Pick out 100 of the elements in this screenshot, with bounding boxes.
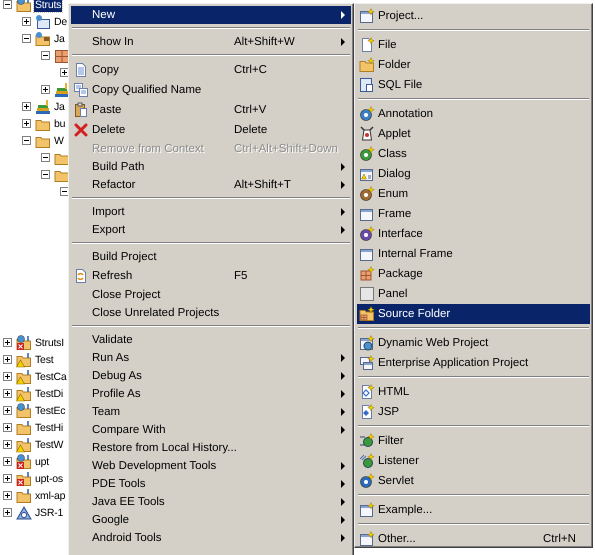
- menu-item[interactable]: Java EE Tools: [71, 493, 351, 511]
- database-file-icon: [359, 77, 375, 93]
- menu-item[interactable]: Dynamic Web Project: [357, 333, 590, 353]
- menu-item[interactable]: Web Development Tools: [71, 457, 351, 475]
- menu-item[interactable]: Class: [357, 144, 590, 164]
- menu-item[interactable]: Paste Ctrl+V: [71, 100, 351, 120]
- menu-item[interactable]: PDE Tools: [71, 475, 351, 493]
- expand-toggle[interactable]: [3, 508, 12, 517]
- expand-toggle[interactable]: [22, 119, 31, 128]
- menu-item[interactable]: Android Tools: [71, 529, 351, 547]
- menu-item[interactable]: Export: [71, 221, 351, 239]
- menu-item[interactable]: Refactor Alt+Shift+T: [71, 176, 351, 194]
- tree-item[interactable]: TestCa: [34, 370, 68, 384]
- library-icon: [35, 98, 51, 114]
- expand-toggle[interactable]: [41, 153, 50, 162]
- menu-item[interactable]: Close Project: [71, 286, 351, 304]
- expand-toggle[interactable]: [3, 491, 12, 500]
- menu-item[interactable]: Run As: [71, 349, 351, 367]
- expand-toggle[interactable]: [41, 51, 50, 60]
- menu-item[interactable]: Enum: [357, 184, 590, 204]
- expand-toggle[interactable]: [3, 355, 12, 364]
- menu-item[interactable]: Source Folder: [357, 304, 590, 324]
- tree-item[interactable]: TestHi: [34, 420, 64, 434]
- expand-toggle[interactable]: [41, 85, 50, 94]
- expand-toggle[interactable]: [22, 102, 31, 111]
- menu-item[interactable]: Annotation: [357, 104, 590, 124]
- menu-item[interactable]: Google: [71, 511, 351, 529]
- menu-item[interactable]: Delete Delete: [71, 120, 351, 140]
- tree-item[interactable]: W: [53, 134, 65, 148]
- expand-toggle[interactable]: [41, 170, 50, 179]
- tree-item[interactable]: Struts: [34, 0, 62, 12]
- menu-item[interactable]: Filter: [357, 431, 590, 451]
- menu-item[interactable]: Project...: [357, 6, 590, 26]
- menu-item[interactable]: Refresh F5: [71, 266, 351, 286]
- menu-item[interactable]: New: [71, 6, 351, 24]
- menu-item[interactable]: Dialog: [357, 164, 590, 184]
- menu-item[interactable]: HTML: [357, 382, 590, 402]
- menu-item[interactable]: SQL File: [357, 75, 590, 95]
- menu-item[interactable]: Internal Frame: [357, 244, 590, 264]
- expand-toggle[interactable]: [22, 136, 31, 145]
- menu-item[interactable]: Copy Qualified Name: [71, 80, 351, 100]
- tree-item[interactable]: upt-os: [34, 472, 64, 486]
- deployment-icon: [35, 14, 51, 30]
- menu-item[interactable]: Build Path: [71, 158, 351, 176]
- expand-toggle[interactable]: [3, 423, 12, 432]
- menu-item[interactable]: Import: [71, 203, 351, 221]
- menu-item[interactable]: Validate: [71, 331, 351, 349]
- tree-item[interactable]: De: [53, 14, 68, 28]
- expand-toggle[interactable]: [3, 474, 12, 483]
- menu-item[interactable]: Compare With: [71, 421, 351, 439]
- expand-toggle[interactable]: [3, 440, 12, 449]
- listener-icon: [359, 453, 375, 469]
- applet-icon: [359, 126, 375, 142]
- menu-item[interactable]: Restore from Local History...: [71, 439, 351, 457]
- expand-toggle[interactable]: [3, 389, 12, 398]
- tree-item[interactable]: Test: [34, 352, 54, 366]
- panel-icon: [359, 286, 375, 302]
- expand-toggle[interactable]: [22, 17, 31, 26]
- expand-toggle[interactable]: [3, 0, 12, 9]
- expand-toggle[interactable]: [3, 406, 12, 415]
- menu-item[interactable]: Listener: [357, 451, 590, 471]
- menu-item[interactable]: Build Project: [71, 248, 351, 266]
- tree-item[interactable]: StrutsI: [34, 336, 65, 350]
- menu-item[interactable]: Panel: [357, 284, 590, 304]
- tree-item[interactable]: TestEc: [34, 404, 66, 418]
- tree-item[interactable]: Ja: [53, 32, 66, 46]
- new-window-icon: [359, 8, 375, 24]
- internal-frame-icon: [359, 246, 375, 262]
- menu-item[interactable]: Profile As: [71, 385, 351, 403]
- tree-item[interactable]: xml-ap: [34, 488, 66, 502]
- menu-item[interactable]: Applet: [357, 124, 590, 144]
- menu-item[interactable]: File: [357, 35, 590, 55]
- menu-item[interactable]: Show In Alt+Shift+W: [71, 33, 351, 51]
- dialog-icon: [359, 166, 375, 182]
- menu-item[interactable]: Package: [357, 264, 590, 284]
- menu-item[interactable]: Close Unrelated Projects: [71, 304, 351, 322]
- expand-toggle[interactable]: [3, 338, 12, 347]
- tree-item[interactable]: TestDi: [34, 386, 64, 400]
- menu-item[interactable]: Example...: [357, 500, 590, 520]
- tree-item[interactable]: TestW: [34, 438, 64, 452]
- tree-item[interactable]: upt: [34, 454, 50, 468]
- web-project-icon: [359, 335, 375, 351]
- menu-item[interactable]: Other... Ctrl+N: [357, 529, 590, 547]
- expand-toggle[interactable]: [3, 457, 12, 466]
- menu-item[interactable]: JSP: [357, 402, 590, 422]
- menu-item[interactable]: Debug As: [71, 367, 351, 385]
- tree-item[interactable]: bu: [53, 116, 66, 130]
- refresh-icon: [73, 268, 89, 284]
- menu-item[interactable]: Frame: [357, 204, 590, 224]
- class-icon: [359, 146, 375, 162]
- menu-item[interactable]: Enterprise Application Project: [357, 353, 590, 373]
- menu-item[interactable]: Folder: [357, 55, 590, 75]
- menu-item[interactable]: Team: [71, 403, 351, 421]
- tree-item[interactable]: Ja: [53, 100, 66, 114]
- menu-item[interactable]: Interface: [357, 224, 590, 244]
- menu-item[interactable]: Copy Ctrl+C: [71, 60, 351, 80]
- menu-item[interactable]: Servlet: [357, 471, 590, 491]
- expand-toggle[interactable]: [3, 372, 12, 381]
- expand-toggle[interactable]: [22, 34, 31, 43]
- tree-item[interactable]: JSR-1: [34, 506, 64, 520]
